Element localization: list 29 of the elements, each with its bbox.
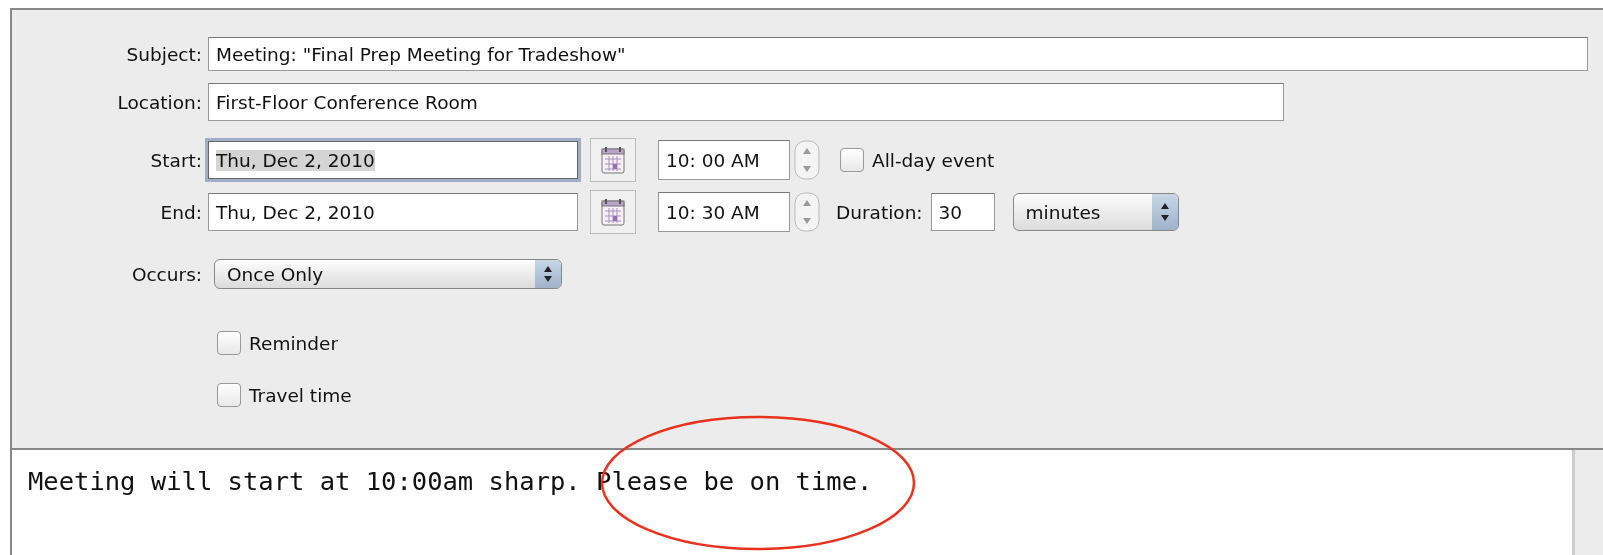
checkbox[interactable]	[217, 383, 241, 407]
date-field[interactable]: Thu, Dec 2, 2010	[208, 141, 578, 179]
checkbox[interactable]	[217, 331, 241, 355]
occurs-label: Occurs:	[130, 263, 203, 285]
duration-label: Duration:	[836, 201, 923, 223]
option-label: Travel time	[249, 384, 352, 406]
time-field[interactable]: 10: 30 AM	[658, 192, 790, 232]
calendar-button[interactable]	[590, 190, 636, 234]
calendar-button[interactable]	[590, 138, 636, 182]
occurs-dropdown[interactable]: Once Only	[214, 259, 562, 289]
time-field[interactable]: 10: 00 AM	[658, 140, 790, 180]
calendar-icon	[601, 146, 625, 174]
date-field[interactable]: Thu, Dec 2, 2010	[208, 193, 578, 231]
subject-label: Subject:	[125, 43, 203, 65]
checkbox[interactable]	[840, 148, 864, 172]
location-field[interactable]: First-Floor Conference Room	[208, 83, 1284, 121]
end-label: End:	[159, 201, 203, 223]
duration-field[interactable]: 30	[930, 193, 995, 231]
unit-dropdown[interactable]: minutes	[1012, 193, 1179, 231]
dropdown-arrows-icon	[535, 260, 561, 288]
dropdown-arrows-icon	[1151, 194, 1178, 230]
start-label: Start:	[149, 149, 203, 171]
location-label: Location:	[116, 91, 203, 113]
option-label: Reminder	[249, 332, 339, 354]
all-day-label: All-day event	[872, 149, 995, 171]
calendar-icon	[601, 198, 625, 226]
time-stepper[interactable]	[794, 192, 820, 232]
time-stepper[interactable]	[794, 140, 820, 180]
subject-field[interactable]: Meeting: "Final Prep Meeting for Tradeshow"	[208, 37, 1588, 71]
